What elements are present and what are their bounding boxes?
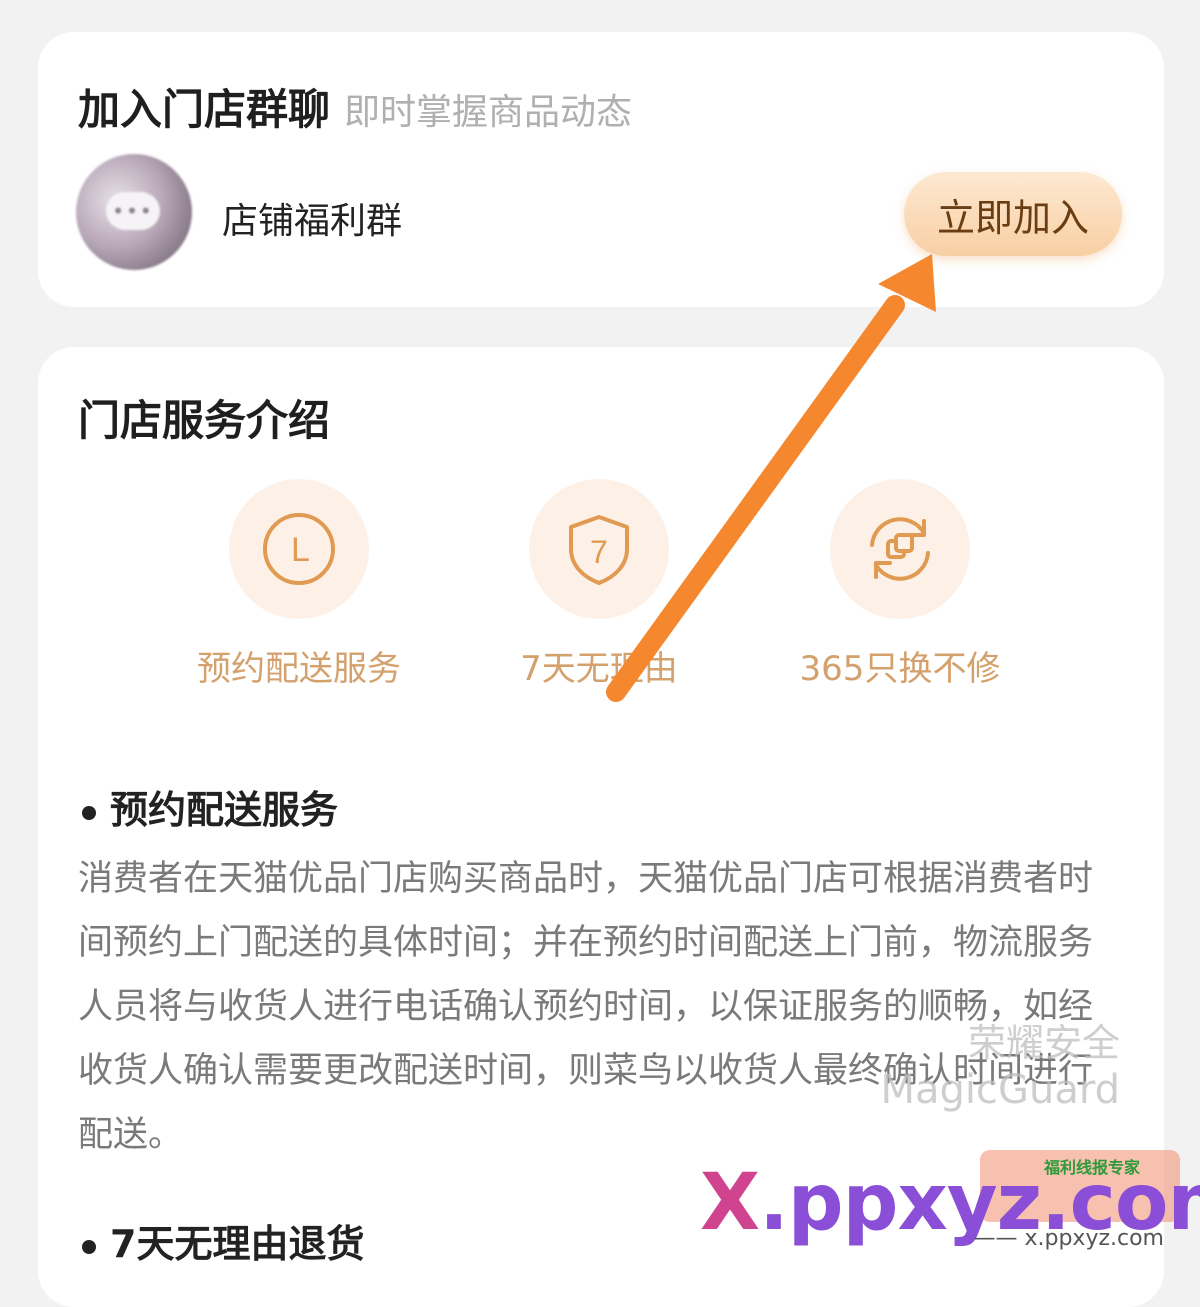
chat-bubble-icon: ••• [106, 192, 160, 230]
feature-label: 预约配送服务 [197, 649, 401, 689]
site-watermark-small: —— x.ppxyz.com [973, 1226, 1164, 1251]
section-heading-return: 7天无理由退货 [82, 1213, 364, 1268]
feature-7-day-return[interactable]: 7 7天无理由 [469, 479, 729, 690]
bullet-dot [82, 1239, 96, 1254]
section-heading-text: 预约配送服务 [110, 788, 339, 832]
shield-7-icon-glyph: 7 [590, 534, 608, 570]
feature-icon-circle: L [229, 479, 369, 619]
shield-7-icon: 7 [569, 515, 629, 585]
service-intro-title: 门店服务介绍 [78, 396, 331, 445]
group-section-title: 加入门店群聊 [78, 85, 331, 134]
group-avatar: ••• [76, 154, 192, 270]
group-section-subtitle: 即时掌握商品动态 [344, 92, 633, 133]
join-group-button[interactable]: 立即加入 [904, 172, 1122, 256]
clock-icon: L [263, 513, 335, 585]
magicguard-cn: 荣耀安全 [967, 1021, 1120, 1065]
feature-scheduled-delivery[interactable]: L 预约配送服务 [169, 479, 429, 690]
magicguard-watermark: 荣耀安全 MagicGuard [880, 1012, 1120, 1113]
feature-label: 365只换不修 [799, 649, 1001, 689]
section-heading-text: 7天无理由退货 [110, 1222, 365, 1266]
feature-icon-circle: 7 [529, 479, 669, 619]
feature-365-exchange[interactable]: 365只换不修 [770, 479, 1030, 690]
group-section-header: 加入门店群聊 即时掌握商品动态 [78, 76, 632, 137]
bullet-dot [82, 805, 96, 820]
section-heading-delivery: 预约配送服务 [82, 779, 338, 834]
group-chat-card: 加入门店群聊 即时掌握商品动态 ••• 店铺福利群 立即加入 [38, 32, 1164, 307]
group-name: 店铺福利群 [222, 201, 403, 242]
feature-icon-circle [830, 479, 970, 619]
magicguard-en: MagicGuard [880, 1067, 1120, 1113]
site-watermark-x: X [700, 1158, 760, 1248]
clock-icon-glyph: L [291, 531, 310, 569]
exchange-icon [870, 517, 930, 581]
section-body-delivery: 消费者在天猫优品门店购买商品时，天猫优品门店可根据消费者时间预约上门配送的具体时… [78, 859, 1094, 1155]
feature-label: 7天无理由 [520, 649, 678, 689]
